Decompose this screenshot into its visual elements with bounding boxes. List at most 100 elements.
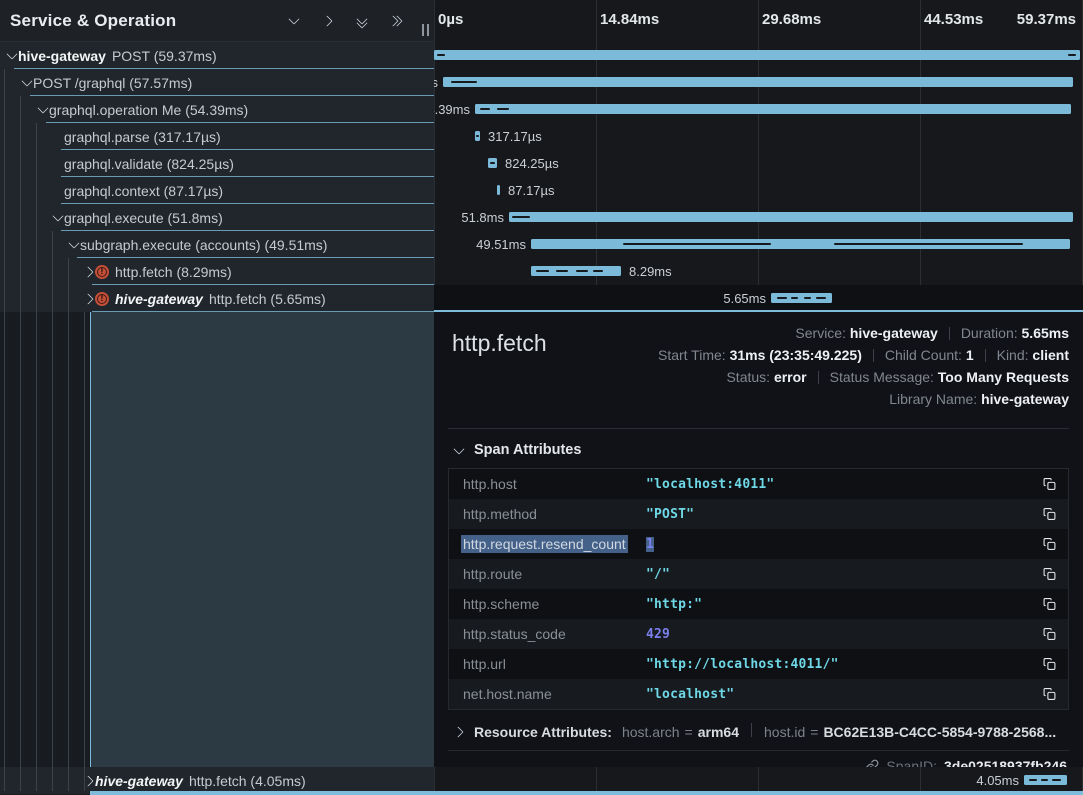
span-duration-bar[interactable]	[497, 185, 500, 195]
attribute-key: http.method	[461, 506, 646, 522]
attribute-row[interactable]: http.url"http://localhost:4011/"	[449, 649, 1068, 679]
child-span-dash	[593, 270, 603, 272]
attribute-key-text: http.status_code	[461, 625, 568, 643]
service-name: hive-gateway	[95, 773, 183, 789]
span-duration-bar[interactable]	[531, 266, 621, 276]
axis-tick-label: 44.53ms	[924, 11, 983, 28]
tree-row[interactable]: !http.fetch (8.29ms)	[0, 258, 434, 285]
meta-divider	[873, 349, 874, 362]
resource-value: BC62E13B-C4CC-5854-9788-2568...	[823, 724, 1056, 740]
tree-row[interactable]: graphql.parse (317.17µs)	[0, 123, 434, 150]
span-operation-label: http.fetch (5.65ms)	[209, 291, 326, 307]
resource-divider	[751, 723, 752, 737]
chevron-down-icon[interactable]	[20, 80, 33, 85]
timeline-row[interactable]: 87.17µs	[434, 177, 1083, 204]
span-duration-bar[interactable]	[475, 131, 480, 141]
timeline-row[interactable]: 57.57ms	[434, 69, 1083, 96]
attribute-row[interactable]: http.method"POST"	[449, 499, 1068, 529]
resource-attributes-row[interactable]: Resource Attributes: host.arch=arm64host…	[452, 723, 1069, 740]
resource-key: host.arch	[622, 724, 680, 740]
span-duration-bar[interactable]	[475, 104, 1071, 114]
attribute-value-text: "POST"	[646, 507, 694, 522]
attribute-value: "POST"	[646, 507, 1040, 522]
collapse-one-icon[interactable]	[287, 18, 300, 23]
chevron-down-icon[interactable]	[51, 215, 64, 220]
attribute-row[interactable]: http.route"/"	[449, 559, 1068, 589]
tree-row[interactable]: !hive-gatewayhttp.fetch (5.65ms)	[0, 285, 434, 312]
collapse-all-icon[interactable]	[355, 15, 368, 27]
meta-value: 5.65ms	[1022, 325, 1069, 341]
copy-icon[interactable]	[1040, 477, 1056, 491]
attribute-key: http.scheme	[461, 596, 646, 612]
timeline-row[interactable]: 4.05ms	[434, 767, 1083, 794]
tree-row[interactable]: hive-gateway http.fetch (4.05ms)	[0, 767, 434, 794]
timeline-row[interactable]: 824.25µs	[434, 150, 1083, 177]
span-duration-bar[interactable]	[771, 293, 832, 303]
span-duration-bar[interactable]	[488, 158, 497, 168]
span-attributes-title: Span Attributes	[474, 442, 581, 458]
span-meta-line: Library Name: hive-gateway	[658, 388, 1069, 410]
timeline-row[interactable]: 54.39ms	[434, 96, 1083, 123]
span-duration-label: 5.65ms	[723, 285, 766, 312]
copy-icon[interactable]	[1040, 627, 1056, 641]
span-duration-label: 51.8ms	[461, 204, 504, 231]
scroll-position-indicator[interactable]	[90, 791, 1083, 795]
tree-row[interactable]: hive-gatewayPOST (59.37ms)	[0, 42, 434, 69]
attribute-key-text: http.url	[461, 655, 508, 673]
span-attributes-header[interactable]: Span Attributes	[452, 442, 1069, 458]
indent-guide	[52, 231, 53, 791]
timeline-row[interactable]: 59.37ms	[434, 42, 1083, 69]
span-duration-label: 4.05ms	[976, 767, 1019, 794]
attribute-row[interactable]: net.host.name"localhost"	[449, 679, 1068, 709]
span-duration-bar[interactable]	[509, 212, 1073, 222]
timeline-row[interactable]: 8.29ms	[434, 258, 1083, 285]
tree-row[interactable]: POST /graphql (57.57ms)	[0, 69, 434, 96]
expand-one-icon[interactable]	[321, 17, 334, 25]
attribute-row[interactable]: http.status_code 429	[449, 619, 1068, 649]
child-span-dash	[1041, 779, 1048, 781]
attribute-row[interactable]: http.scheme"http:"	[449, 589, 1068, 619]
timeline-row[interactable]: 51.8ms	[434, 204, 1083, 231]
tree-row[interactable]: subgraph.execute (accounts) (49.51ms)	[0, 231, 434, 258]
chevron-down-icon[interactable]	[36, 107, 49, 112]
copy-icon[interactable]	[1040, 657, 1056, 671]
copy-icon[interactable]	[1040, 537, 1056, 551]
tree-row[interactable]: graphql.context (87.17µs)	[0, 177, 434, 204]
attribute-row[interactable]: http.request.resend_count1	[449, 529, 1068, 559]
child-span-dash	[791, 297, 798, 299]
span-duration-bar[interactable]	[443, 77, 1073, 87]
copy-icon[interactable]	[1040, 567, 1056, 581]
span-id-label: SpanID:	[886, 758, 937, 767]
tree-row[interactable]: graphql.execute (51.8ms)	[0, 204, 434, 231]
meta-label: Library Name:	[889, 391, 981, 407]
copy-icon[interactable]	[1040, 597, 1056, 611]
panel-resize-handle-icon[interactable]	[422, 24, 429, 36]
span-duration-bar[interactable]	[434, 50, 1080, 60]
chevron-down-icon[interactable]	[67, 242, 80, 247]
chevron-right-icon[interactable]	[82, 268, 95, 276]
span-duration-bar[interactable]	[531, 239, 1070, 249]
chevron-right-icon[interactable]	[82, 295, 95, 303]
tree-row[interactable]: graphql.operation Me (54.39ms)	[0, 96, 434, 123]
meta-label: Child Count:	[885, 347, 966, 363]
link-icon[interactable]	[865, 759, 879, 767]
chevron-down-icon[interactable]	[5, 53, 18, 58]
attribute-value: 429	[646, 627, 1040, 642]
timeline-row[interactable]: 317.17µs	[434, 123, 1083, 150]
timeline-row[interactable]: 49.51ms	[434, 231, 1083, 258]
span-title: http.fetch	[452, 330, 547, 357]
expand-all-icon[interactable]	[389, 17, 402, 25]
tree-row[interactable]: graphql.validate (824.25µs)	[0, 150, 434, 177]
span-duration-bar[interactable]	[1024, 775, 1067, 785]
attribute-key-text: http.host	[461, 475, 519, 493]
attribute-row[interactable]: http.host"localhost:4011"	[449, 469, 1068, 499]
attribute-key: http.route	[461, 566, 646, 582]
attribute-value-text: 1	[646, 537, 654, 552]
copy-icon[interactable]	[1040, 507, 1056, 521]
span-meta: Service: hive-gatewayDuration: 5.65msSta…	[658, 322, 1069, 410]
timeline-row[interactable]: 5.65ms	[434, 285, 1083, 312]
attribute-key-text: http.scheme	[461, 595, 541, 613]
copy-icon[interactable]	[1040, 687, 1056, 701]
meta-divider	[949, 327, 950, 340]
span-operation-label: http.fetch (4.05ms)	[189, 773, 306, 789]
